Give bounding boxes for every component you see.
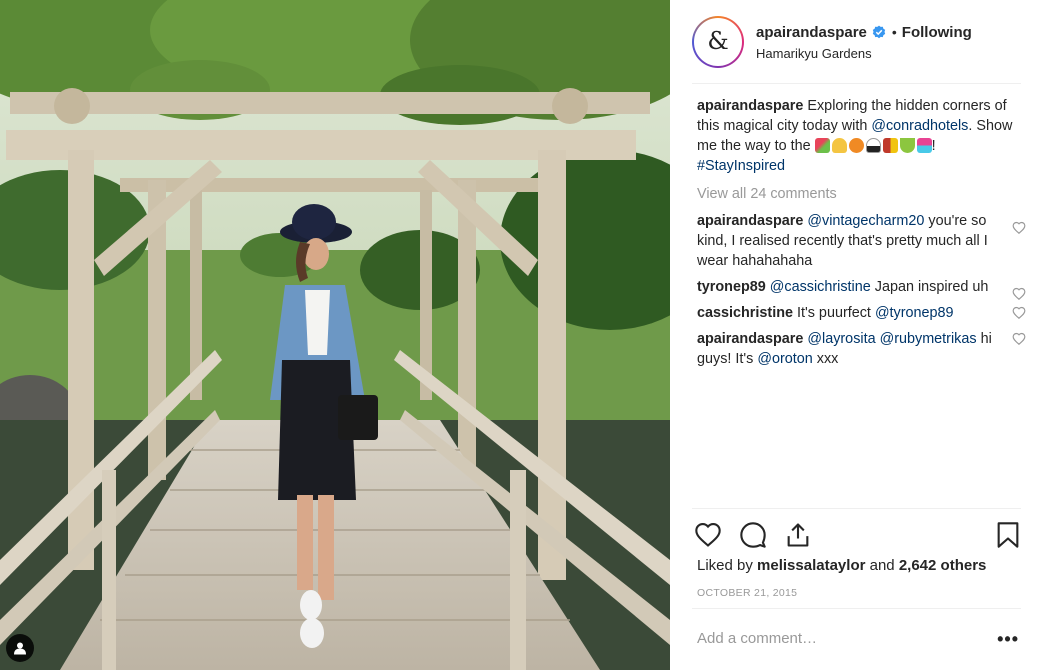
- comment-mention[interactable]: @cassichristine: [770, 279, 871, 295]
- comment-heart-icon[interactable]: [1012, 287, 1026, 301]
- comment-mention[interactable]: @vintagecharm20: [807, 213, 924, 229]
- onigiri-emoji: [865, 138, 881, 153]
- user-tag-icon[interactable]: [6, 634, 34, 662]
- separator-dot: •: [891, 24, 897, 40]
- comment-username[interactable]: apairandaspare: [697, 213, 803, 229]
- caption-mention[interactable]: @conradhotels: [871, 118, 968, 134]
- comment-mention[interactable]: @rubymetrikas: [880, 331, 977, 347]
- shrimp-emoji: [848, 138, 864, 153]
- matcha-emoji: [899, 138, 915, 153]
- action-bar: [694, 518, 1021, 552]
- emoji-row: [814, 138, 932, 153]
- post-date[interactable]: OCTOBER 21, 2015: [697, 587, 797, 599]
- comment: cassichristine It's puurfect @tyronep89: [697, 303, 1027, 323]
- comment: apairandaspare @layrosita @rubymetrikas …: [697, 329, 1027, 369]
- post-details-panel: & apairandaspare • Following Hamarikyu G…: [670, 0, 1045, 670]
- divider: [692, 608, 1021, 609]
- add-comment-input[interactable]: [697, 630, 977, 647]
- comment-username[interactable]: tyronep89: [697, 279, 766, 295]
- bento-emoji: [882, 138, 898, 153]
- bridge-photo-illustration: [0, 0, 670, 670]
- ice-pop-emoji: [814, 138, 830, 153]
- comment-username[interactable]: cassichristine: [697, 305, 793, 321]
- avatar-logo: &: [707, 27, 729, 55]
- avatar[interactable]: &: [692, 16, 744, 68]
- divider: [692, 508, 1021, 509]
- like-button[interactable]: [694, 518, 728, 552]
- save-button[interactable]: [987, 518, 1021, 552]
- comment-heart-icon[interactable]: [1012, 221, 1026, 235]
- post-header: & apairandaspare • Following Hamarikyu G…: [692, 12, 1023, 72]
- following-button[interactable]: Following: [902, 24, 972, 41]
- gem-emoji: [916, 138, 932, 153]
- comment-heart-icon[interactable]: [1012, 332, 1026, 346]
- comment-mention[interactable]: @oroton: [757, 351, 812, 367]
- heart-icon: [695, 522, 721, 547]
- more-options-button[interactable]: •••: [997, 630, 1019, 648]
- divider: [692, 83, 1021, 84]
- bookmark-icon: [997, 522, 1019, 548]
- share-icon: [787, 523, 809, 547]
- bell-emoji: [831, 138, 847, 153]
- share-button[interactable]: [784, 518, 818, 552]
- comment-text: Japan inspired uh: [870, 279, 989, 295]
- comment: apairandaspare @vintagecharm20 you're so…: [697, 211, 1027, 271]
- comment-mention[interactable]: @tyronep89: [875, 305, 954, 321]
- comment: tyronep89 @cassichristine Japan inspired…: [697, 277, 1027, 301]
- likes-summary: Liked by melissalataylor and 2,642 other…: [697, 557, 986, 574]
- comment-button[interactable]: [739, 518, 773, 552]
- caption-text: !: [931, 138, 936, 154]
- verified-badge-icon: [872, 25, 886, 39]
- caption-hashtag[interactable]: #StayInspired: [697, 158, 785, 174]
- author-username[interactable]: apairandaspare: [756, 24, 867, 41]
- liked-by-user[interactable]: melissalataylor: [757, 557, 865, 574]
- location-link[interactable]: Hamarikyu Gardens: [756, 46, 972, 61]
- likes-others-link[interactable]: 2,642 others: [899, 557, 987, 574]
- comments-list: apairandaspare Exploring the hidden corn…: [697, 96, 1027, 375]
- comment-mention[interactable]: @layrosita: [807, 331, 875, 347]
- likes-middle: and: [865, 557, 899, 574]
- view-all-comments-link[interactable]: View all 24 comments: [697, 184, 1027, 204]
- comment-text: xxx: [812, 351, 839, 367]
- caption: apairandaspare Exploring the hidden corn…: [697, 96, 1027, 176]
- comment-text: It's puurfect: [797, 305, 875, 321]
- comment-heart-icon[interactable]: [1012, 306, 1026, 320]
- caption-username[interactable]: apairandaspare: [697, 98, 803, 114]
- post-photo[interactable]: [0, 0, 670, 670]
- comment-username[interactable]: apairandaspare: [697, 331, 803, 347]
- likes-prefix: Liked by: [697, 557, 758, 574]
- comment-bubble-icon: [740, 522, 766, 548]
